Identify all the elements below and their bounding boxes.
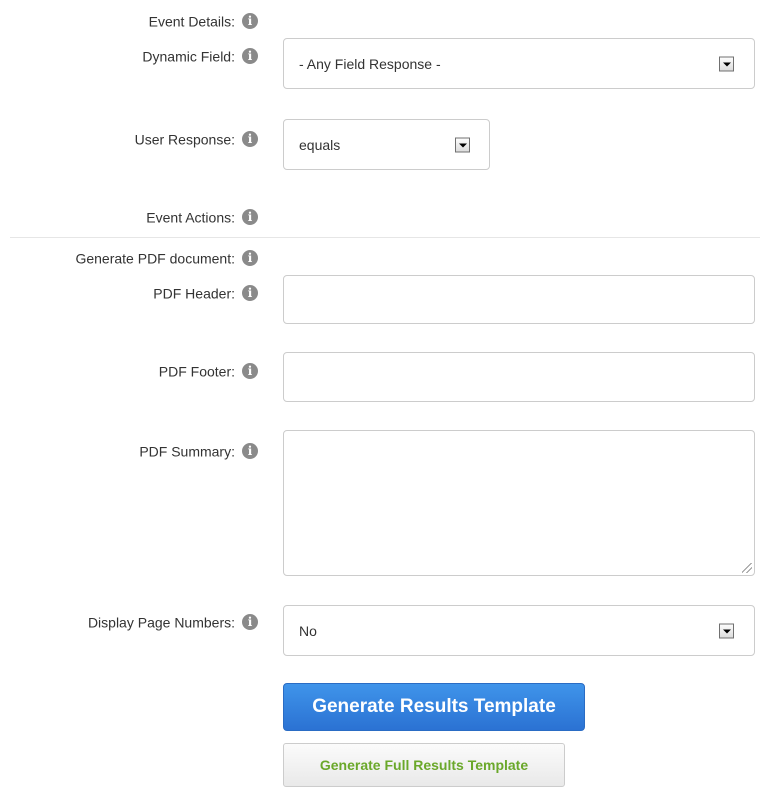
event-form: Event Details: i Dynamic Field: i - Any Fi… <box>0 0 760 787</box>
pdf-footer-label: PDF Footer: i <box>159 362 258 380</box>
resize-handle-icon[interactable] <box>742 563 752 573</box>
dynamic-field-selected-value: - Any Field Response - <box>299 55 441 72</box>
info-icon[interactable]: i <box>242 443 258 460</box>
info-icon[interactable]: i <box>242 614 258 631</box>
info-icon[interactable]: i <box>242 131 258 148</box>
info-icon[interactable]: i <box>242 48 258 65</box>
generate-pdf-label: Generate PDF document: i <box>75 249 258 267</box>
pdf-header-label: PDF Header: i <box>153 284 258 302</box>
user-response-selected-value: equals <box>299 136 341 153</box>
chevron-down-icon[interactable] <box>719 623 734 638</box>
event-details-label: Event Details: i <box>149 12 258 30</box>
pdf-summary-textarea[interactable] <box>283 430 755 576</box>
info-icon[interactable]: i <box>242 13 258 30</box>
event-actions-label: Event Actions: i <box>146 208 258 226</box>
info-icon[interactable]: i <box>242 250 258 267</box>
info-icon[interactable]: i <box>242 209 258 226</box>
dynamic-field-select[interactable]: - Any Field Response - <box>283 38 755 89</box>
pdf-footer-input[interactable] <box>283 352 755 402</box>
generate-full-results-template-button[interactable]: Generate Full Results Template <box>283 743 565 787</box>
generate-results-template-button[interactable]: Generate Results Template <box>283 683 585 731</box>
display-page-numbers-select[interactable]: No <box>283 605 755 656</box>
user-response-label: User Response: i <box>135 130 258 148</box>
dynamic-field-label: Dynamic Field: i <box>142 47 258 65</box>
user-response-select[interactable]: equals <box>283 119 490 170</box>
info-icon[interactable]: i <box>242 363 258 380</box>
display-page-numbers-selected-value: No <box>299 622 317 639</box>
pdf-summary-label: PDF Summary: i <box>139 442 258 460</box>
chevron-down-icon[interactable] <box>719 56 734 71</box>
chevron-down-icon[interactable] <box>455 137 470 152</box>
pdf-header-input[interactable] <box>283 275 755 324</box>
display-page-numbers-label: Display Page Numbers: i <box>88 613 258 631</box>
section-divider <box>10 237 760 238</box>
info-icon[interactable]: i <box>242 285 258 302</box>
